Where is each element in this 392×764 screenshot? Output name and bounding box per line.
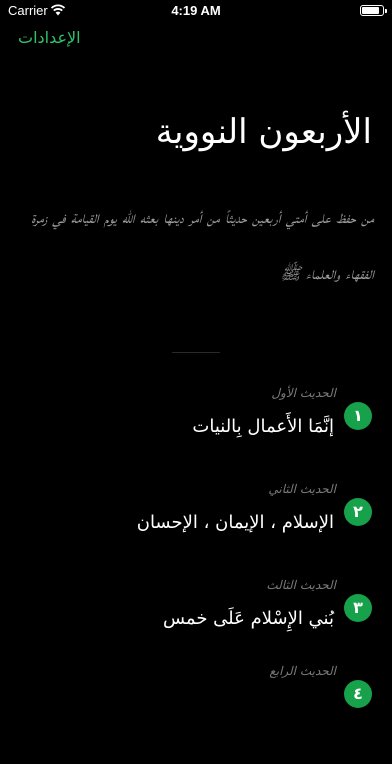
hadith-number-badge: ٣: [344, 594, 372, 622]
battery-icon: [360, 5, 387, 16]
clock: 4:19 AM: [171, 3, 221, 18]
hadith-number-badge: ٢: [344, 498, 372, 526]
hadith-row-3[interactable]: الحديث الثالث بُني الإِسْلام عَلَى خمس ٣: [0, 578, 392, 678]
hadith-label: الحديث الأول: [271, 386, 336, 400]
hadith-row-4[interactable]: الحديث الرابع ٤: [0, 664, 392, 764]
hadith-title: الإسلام ، الإيمان ، الإحسان: [136, 512, 334, 533]
hadith-label: الحديث الرابع: [269, 664, 336, 678]
hadith-number-badge: ٤: [344, 680, 372, 708]
hadith-label: الحديث الثاني: [268, 482, 336, 496]
hadith-label: الحديث الثالث: [266, 578, 336, 592]
hadith-title: إنَّمَا الأَعمال بِالنيات: [192, 416, 334, 437]
hadith-row-2[interactable]: الحديث الثاني الإسلام ، الإيمان ، الإحسا…: [0, 482, 392, 582]
battery-fill: [362, 7, 379, 14]
status-bar: Carrier 4:19 AM: [0, 0, 392, 22]
divider: [172, 352, 220, 353]
hadith-title: بُني الإِسْلام عَلَى خمس: [162, 608, 334, 629]
settings-button[interactable]: الإعدادات: [18, 28, 81, 47]
hadith-row-1[interactable]: الحديث الأول إنَّمَا الأَعمال بِالنيات ١: [0, 386, 392, 486]
page-title: الأربعون النووية: [155, 112, 372, 152]
hadith-number-badge: ١: [344, 402, 372, 430]
intro-text: من حفظ على أمتي أربعين حديثاً من أمر دين…: [31, 208, 374, 284]
